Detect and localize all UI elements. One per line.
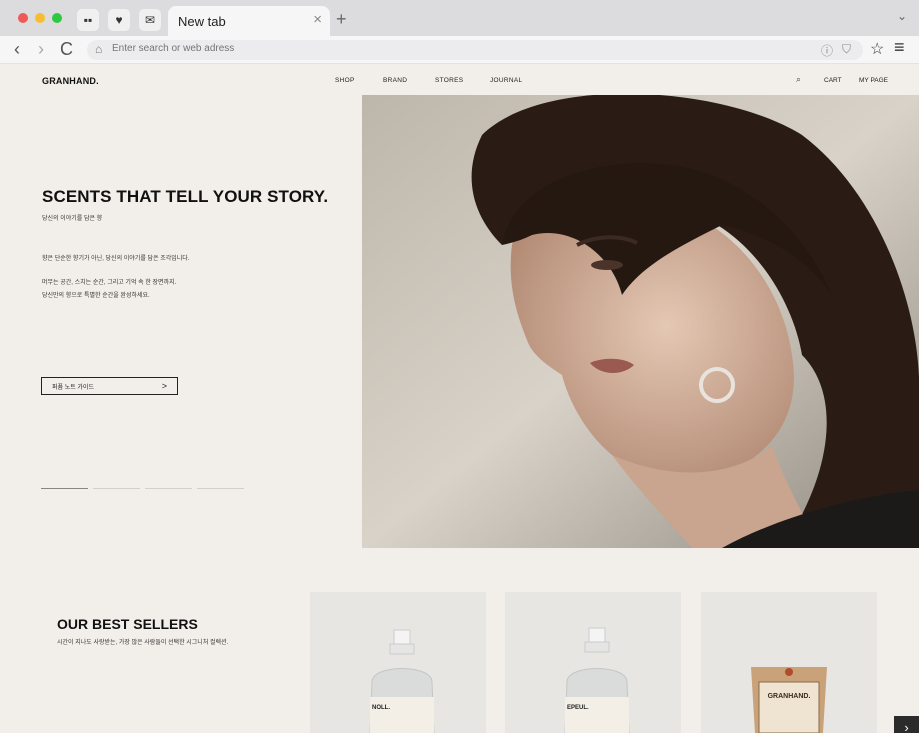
cta-label: 퍼퓸 노트 가이드 bbox=[52, 384, 94, 391]
product-card[interactable]: GRANHAND. bbox=[701, 592, 877, 733]
info-icon[interactable]: ⓘ bbox=[821, 42, 833, 59]
browser-navigation-bar: ‹ › C ⌂ ⓘ ⛉ ☆ ≡ bbox=[0, 36, 919, 64]
perfume-note-guide-button[interactable]: 퍼퓸 노트 가이드 > bbox=[41, 377, 178, 395]
slide-indicator-2[interactable] bbox=[93, 488, 140, 489]
back-button[interactable]: ‹ bbox=[14, 39, 20, 59]
shield-icon[interactable]: ⛉ bbox=[842, 42, 851, 57]
heart-icon: ♥ bbox=[115, 13, 123, 27]
product-label: EPEUL. bbox=[567, 705, 589, 711]
web-page: GRANHAND. SHOP BRAND STORES JOURNAL ⌕ CA… bbox=[0, 65, 919, 733]
close-tab-icon[interactable]: × bbox=[313, 11, 322, 28]
slide-indicator-4[interactable] bbox=[197, 488, 244, 489]
grid-icon: ▪▪ bbox=[83, 13, 93, 27]
hero-photo bbox=[362, 95, 919, 548]
tab-new-tab[interactable]: New tab × bbox=[168, 6, 330, 36]
address-input[interactable] bbox=[112, 43, 672, 54]
forward-button[interactable]: › bbox=[38, 39, 44, 59]
product-label: NOLL. bbox=[372, 705, 390, 711]
browser-tab-bar: ▪▪ ♥ ✉ New tab × + ⌄ bbox=[0, 0, 919, 36]
new-tab-button[interactable]: + bbox=[336, 9, 347, 30]
product-card[interactable]: NOLL. bbox=[310, 592, 486, 733]
home-icon: ⌂ bbox=[95, 42, 103, 56]
product-label: GRANHAND. bbox=[768, 693, 811, 700]
carousel-next-button[interactable]: › bbox=[894, 716, 919, 733]
hero-subtitle: 당신의 이야기를 담은 향 bbox=[42, 216, 103, 222]
site-logo[interactable]: GRANHAND. bbox=[42, 76, 99, 86]
nav-item-shop[interactable]: SHOP bbox=[335, 77, 355, 84]
pinned-tab-heart[interactable]: ♥ bbox=[108, 9, 130, 31]
maximize-window-button[interactable] bbox=[52, 13, 62, 23]
reload-button[interactable]: C bbox=[60, 39, 73, 59]
product-card[interactable]: EPEUL. bbox=[505, 592, 681, 733]
hero-photo-woman-illustration bbox=[362, 95, 919, 548]
pinned-tab-mail[interactable]: ✉ bbox=[139, 9, 161, 31]
hero-paragraph: 향은 단순한 향기가 아닌, 당신의 이야기를 담은 조각입니다. bbox=[42, 256, 190, 262]
tab-list-chevron-icon[interactable]: ⌄ bbox=[897, 9, 907, 23]
hero-paragraph-2-line-2: 당신만의 향으로 특별한 순간을 완성하세요. bbox=[42, 293, 150, 299]
slide-indicator-3[interactable] bbox=[145, 488, 192, 489]
tab-title: New tab bbox=[178, 14, 226, 29]
spray-bottle-image: EPEUL. bbox=[564, 627, 630, 733]
browser-menu-icon[interactable]: ≡ bbox=[894, 37, 905, 58]
nav-item-stores[interactable]: STORES bbox=[435, 77, 463, 84]
slide-indicators bbox=[41, 488, 244, 489]
sachet-image: GRANHAND. bbox=[751, 667, 827, 733]
pinned-tab-grid[interactable]: ▪▪ bbox=[77, 9, 99, 31]
my-page-link[interactable]: MY PAGE bbox=[859, 77, 888, 84]
bookmark-star-icon[interactable]: ☆ bbox=[870, 39, 884, 59]
spray-bottle-image: NOLL. bbox=[369, 629, 435, 733]
mail-icon: ✉ bbox=[144, 13, 156, 27]
hero-paragraph-2-line-1: 머무는 공간, 스치는 순간, 그리고 기억 속 한 장면까지. bbox=[42, 280, 177, 286]
cart-link[interactable]: CART bbox=[824, 77, 842, 84]
close-window-button[interactable] bbox=[18, 13, 28, 23]
best-sellers-subtitle: 시간이 지나도 사랑받는, 가장 많은 사람들이 선택한 시그니처 컬렉션. bbox=[57, 640, 229, 646]
hero-title: SCENTS THAT TELL YOUR STORY. bbox=[42, 187, 329, 206]
address-bar[interactable]: ⌂ ⓘ ⛉ bbox=[87, 40, 863, 60]
search-icon[interactable]: ⌕ bbox=[796, 74, 801, 85]
minimize-window-button[interactable] bbox=[35, 13, 45, 23]
nav-item-brand[interactable]: BRAND bbox=[383, 77, 407, 84]
hero-paragraph-2: 머무는 공간, 스치는 순간, 그리고 기억 속 한 장면까지. 당신만의 향으… bbox=[42, 277, 176, 303]
site-header: GRANHAND. SHOP BRAND STORES JOURNAL ⌕ CA… bbox=[0, 65, 919, 95]
slide-indicator-1[interactable] bbox=[41, 488, 88, 489]
chevron-right-icon: > bbox=[161, 381, 167, 391]
nav-item-journal[interactable]: JOURNAL bbox=[490, 77, 522, 84]
best-sellers-title: OUR BEST SELLERS bbox=[57, 616, 198, 632]
